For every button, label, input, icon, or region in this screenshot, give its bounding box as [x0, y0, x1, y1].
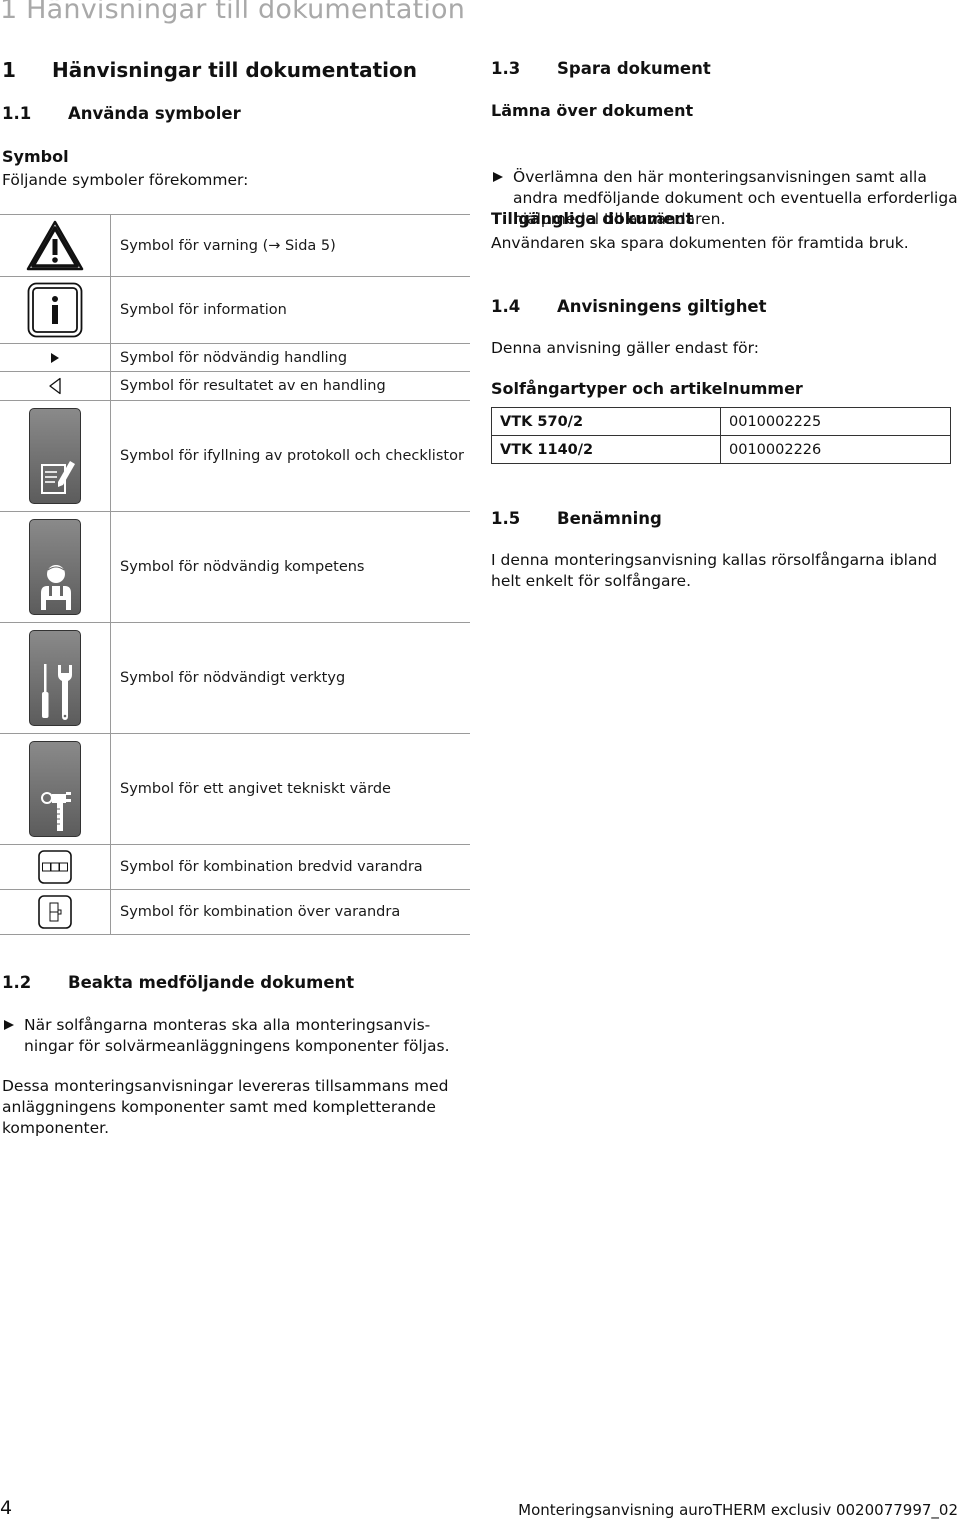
- article-number: 0010002225: [720, 407, 951, 436]
- symbol-row: Symbol för ett angivet tekniskt värde: [0, 734, 470, 845]
- symbol-row: Symbol för varning (→ Sida 5): [0, 214, 470, 277]
- symbol-row: Symbol för kombination över varandra: [0, 890, 470, 935]
- section-1-2-paragraph: Dessa monteringsanvisningar levereras ti…: [2, 1076, 472, 1139]
- chapter-heading: 1 Hänvisningar till dokumentation: [2, 58, 417, 82]
- chapter-title: Hänvisningar till dokumentation: [52, 58, 418, 82]
- section-number: 1.4: [491, 297, 521, 316]
- section-title: Spara dokument: [557, 59, 711, 78]
- action-arrow-icon: [0, 344, 111, 371]
- section-1-1-heading: 1.1 Använda symboler: [2, 104, 241, 123]
- table-row: VTK 570/2 0010002225: [491, 407, 951, 436]
- paragraph-line: komponenter.: [2, 1119, 110, 1137]
- section-title: Anvisningens giltighet: [557, 297, 767, 316]
- caliper-icon: [29, 741, 81, 837]
- checklist-pencil-icon: [29, 408, 81, 504]
- section-1-2-heading: 1.2 Beakta medföljande dokument: [2, 973, 354, 992]
- symbol-row: Symbol för nödvändig handling: [0, 344, 470, 372]
- chapter-number: 1: [2, 58, 16, 82]
- symbol-subheading: Symbol: [2, 147, 69, 166]
- action-arrow-icon: [493, 172, 503, 182]
- section-1-4-heading: 1.4 Anvisningens giltighet: [491, 297, 767, 316]
- symbol-label: Symbol för nödvändigt verktyg: [120, 670, 346, 686]
- available-docs-text: Användaren ska spara dokumenten för fram…: [491, 234, 909, 252]
- information-icon: [0, 277, 111, 343]
- symbol-row: Symbol för information: [0, 277, 470, 344]
- symbol-label: Symbol för resultatet av en handling: [120, 378, 386, 394]
- available-docs-subheading: Tillgängliga dokument: [491, 209, 694, 228]
- symbol-label: Symbol för nödvändig kompetens: [120, 559, 365, 575]
- paragraph-line: helt enkelt för solfångare.: [491, 572, 692, 590]
- naming-paragraph: I denna monteringsanvisning kallas rörso…: [491, 550, 960, 592]
- running-head: 1 Hänvisningar till dokumentation: [0, 0, 466, 25]
- technician-icon: [29, 519, 81, 615]
- symbol-label: Symbol för ett angivet tekniskt värde: [120, 781, 391, 797]
- symbol-row: Symbol för nödvändigt verktyg: [0, 623, 470, 734]
- symbol-row: Symbol för kombination bredvid varandra: [0, 845, 470, 890]
- symbol-label: Symbol för ifyllning av protokoll och ch…: [120, 448, 464, 464]
- section-title: Beakta medföljande dokument: [68, 973, 355, 992]
- section-number: 1.3: [491, 59, 521, 78]
- symbol-row: Symbol för ifyllning av protokoll och ch…: [0, 401, 470, 512]
- side-by-side-icon: [0, 845, 111, 889]
- validity-intro: Denna anvisning gäller endast för:: [491, 339, 759, 357]
- symbol-table: Symbol för varning (→ Sida 5) Symbol för…: [0, 214, 470, 935]
- warning-triangle-icon: [0, 215, 111, 276]
- symbol-label: Symbol för information: [120, 302, 287, 318]
- paragraph-line: I denna monteringsanvisning kallas rörso…: [491, 551, 938, 569]
- article-table: VTK 570/2 0010002225 VTK 1140/2 00100022…: [491, 407, 951, 464]
- section-title: Benämning: [557, 509, 662, 528]
- section-number: 1.2: [2, 973, 32, 992]
- action-arrow-icon: [4, 1020, 14, 1030]
- action-bullet: När solfångarna monteras ska alla monter…: [2, 1015, 494, 1057]
- paragraph-line: anläggningens komponenter samt med kompl…: [2, 1098, 436, 1116]
- symbol-intro: Följande symboler förekommer:: [2, 171, 249, 189]
- article-number: 0010002226: [720, 435, 951, 464]
- stacked-icon: [0, 890, 111, 934]
- article-table-heading: Solfångartyper och artikelnummer: [491, 379, 803, 398]
- symbol-row: Symbol för resultatet av en handling: [0, 372, 470, 401]
- table-row: VTK 1140/2 0010002226: [491, 435, 951, 464]
- section-1-3-heading: 1.3 Spara dokument: [491, 59, 711, 78]
- symbol-label: Symbol för varning (→ Sida 5): [120, 237, 336, 254]
- symbol-label: Symbol för kombination över varandra: [120, 904, 401, 920]
- bullet-line: När solfångarna monteras ska alla monter…: [24, 1016, 431, 1034]
- symbol-row: Symbol för nödvändig kompetens: [0, 512, 470, 623]
- bullet-line: andra medföljande dokument och eventuell…: [513, 189, 958, 207]
- symbol-label: Symbol för nödvändig handling: [120, 349, 348, 366]
- section-number: 1.1: [2, 104, 32, 123]
- tools-icon: [29, 630, 81, 726]
- handover-subheading: Lämna över dokument: [491, 101, 694, 120]
- collector-type: VTK 1140/2: [491, 435, 721, 464]
- page-number: 4: [0, 1497, 13, 1519]
- section-title: Använda symboler: [68, 104, 241, 123]
- bullet-line: ningar för solvärmeanläggningens kompone…: [24, 1037, 450, 1055]
- section-1-5-heading: 1.5 Benämning: [491, 509, 662, 528]
- symbol-label: Symbol för kombination bredvid varandra: [120, 859, 423, 875]
- paragraph-line: Dessa monteringsanvisningar levereras ti…: [2, 1077, 449, 1095]
- section-number: 1.5: [491, 509, 521, 528]
- collector-type: VTK 570/2: [491, 407, 721, 436]
- result-arrow-icon: [0, 372, 111, 400]
- bullet-line: Överlämna den här monteringsanvisningen …: [513, 168, 927, 186]
- footer-doc-title: Monteringsanvisning auroTHERM exclusiv 0…: [518, 1501, 958, 1519]
